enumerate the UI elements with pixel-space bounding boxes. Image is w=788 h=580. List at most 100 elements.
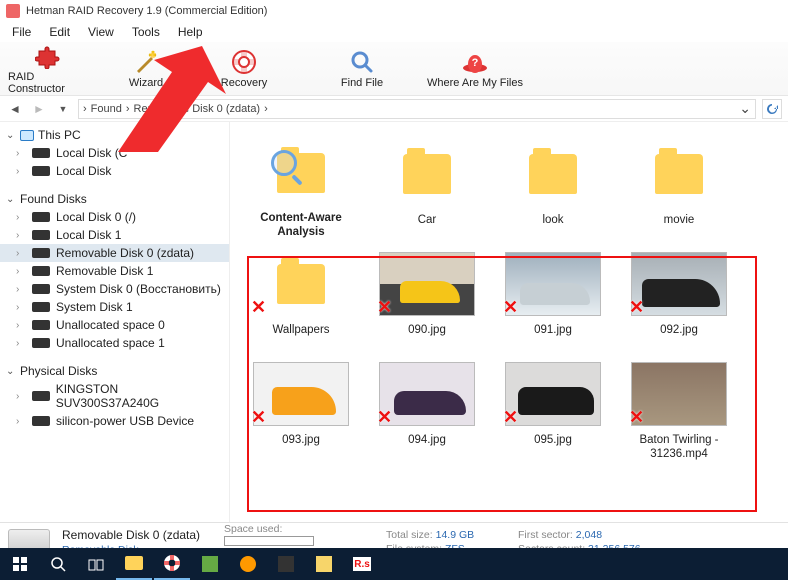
taskbar-explorer[interactable] [116, 548, 152, 580]
thumb [631, 142, 727, 206]
nav-back-button[interactable]: ◄ [6, 100, 24, 118]
where-files-label: Where Are My Files [427, 77, 523, 89]
deleted-mark-icon: ✕ [377, 297, 392, 318]
tree-node-found-5[interactable]: ›System Disk 1 [0, 298, 229, 316]
tree-node-label: System Disk 1 [56, 300, 133, 314]
tree-node-found-7[interactable]: ›Unallocated space 1 [0, 334, 229, 352]
raid-constructor-button[interactable]: RAID Constructor [8, 44, 88, 94]
tree-node-phys-0[interactable]: ›KINGSTON SUV300S37A240G [0, 380, 229, 412]
grid-item-wallpapers[interactable]: ✕ Wallpapers [238, 246, 364, 356]
grid-item-094[interactable]: ✕ 094.jpg [364, 356, 490, 466]
tree-node-found-4[interactable]: ›System Disk 0 (Восстановить) [0, 280, 229, 298]
nav-dropdown-button[interactable]: ▼ [54, 100, 72, 118]
app-icon [316, 556, 332, 572]
breadcrumb-sep-1: › [83, 103, 87, 115]
wizard-label: Wizard [129, 77, 163, 89]
grid-label: 090.jpg [408, 324, 446, 338]
find-file-button[interactable]: Find File [322, 44, 402, 94]
recovery-button[interactable]: Recovery [204, 44, 284, 94]
breadcrumb-part-2[interactable]: Removable Disk 0 (zdata) [134, 103, 261, 115]
start-button[interactable] [2, 548, 38, 580]
tree-node-found-1[interactable]: ›Local Disk 1 [0, 226, 229, 244]
grid-item-090[interactable]: ✕ 090.jpg [364, 246, 490, 356]
task-view-button[interactable] [78, 548, 114, 580]
recovery-label: Recovery [221, 77, 267, 89]
tree-head-thispc[interactable]: ⌄ This PC [0, 126, 229, 144]
tree-head-physical[interactable]: ⌄ Physical Disks [0, 362, 229, 380]
first-sector-value: 2,048 [576, 529, 602, 541]
caret-icon: › [16, 266, 26, 277]
taskbar-app-4[interactable] [306, 548, 342, 580]
breadcrumb-expand-button[interactable]: ⌄ [739, 100, 751, 117]
grid-item-095[interactable]: ✕ 095.jpg [490, 356, 616, 466]
grid-item-baton[interactable]: ✕ Baton Twirling - 31236.mp4 [616, 356, 742, 466]
menu-edit[interactable]: Edit [41, 23, 78, 41]
disk-icon [32, 212, 50, 222]
disk-icon [32, 416, 50, 426]
taskbar-app-5[interactable]: R.s [344, 548, 380, 580]
disk-icon [32, 302, 50, 312]
app-icon [278, 556, 294, 572]
caret-icon: ⌄ [6, 194, 16, 205]
tree-head-found[interactable]: ⌄ Found Disks [0, 190, 229, 208]
deleted-mark-icon: ✕ [503, 407, 518, 428]
pc-icon [20, 130, 34, 141]
tree-node-localC[interactable]: ›Local Disk (C [0, 144, 229, 162]
grid-item-look[interactable]: look [490, 136, 616, 246]
grid-label: 091.jpg [534, 324, 572, 338]
grid-item-analysis[interactable]: Content-Aware Analysis [238, 136, 364, 246]
search-button[interactable] [40, 548, 76, 580]
thumb: ✕ [253, 252, 349, 316]
grid-item-car[interactable]: Car [364, 136, 490, 246]
grid-label: Wallpapers [272, 324, 329, 338]
deleted-mark-icon: ✕ [251, 297, 266, 318]
nav-forward-button[interactable]: ► [30, 100, 48, 118]
tree-group-found: ⌄ Found Disks ›Local Disk 0 (/) ›Local D… [0, 190, 229, 352]
tree-node-found-6[interactable]: ›Unallocated space 0 [0, 316, 229, 334]
tree-node-label: System Disk 0 (Восстановить) [56, 282, 221, 296]
where-files-button[interactable]: ? Where Are My Files [420, 44, 530, 94]
disk-icon [32, 230, 50, 240]
drive-tree[interactable]: ⌄ This PC ›Local Disk (C ›Local Disk ⌄ F… [0, 122, 230, 522]
menu-bar: File Edit View Tools Help [0, 22, 788, 42]
image-thumb [379, 252, 475, 316]
wizard-button[interactable]: Wizard [106, 44, 186, 94]
disk-icon [32, 391, 50, 401]
tree-node-local2[interactable]: ›Local Disk [0, 162, 229, 180]
taskbar-app-2[interactable] [230, 548, 266, 580]
taskbar-app-recovery[interactable] [154, 548, 190, 580]
svg-text:?: ? [472, 57, 479, 69]
tree-node-found-0[interactable]: ›Local Disk 0 (/) [0, 208, 229, 226]
breadcrumb[interactable]: › Found › Removable Disk 0 (zdata) › ⌄ [78, 99, 756, 119]
image-thumb [505, 362, 601, 426]
grid-label: movie [664, 214, 695, 228]
grid-label: Content-Aware Analysis [241, 212, 361, 240]
taskbar-app-1[interactable] [192, 548, 228, 580]
grid-label: 095.jpg [534, 434, 572, 448]
caret-icon: › [16, 416, 26, 427]
grid-item-movie[interactable]: movie [616, 136, 742, 246]
tree-node-found-2[interactable]: ›Removable Disk 0 (zdata) [0, 244, 229, 262]
folder-icon [125, 556, 143, 570]
tree-node-phys-1[interactable]: ›silicon-power USB Device [0, 412, 229, 430]
tree-node-found-3[interactable]: ›Removable Disk 1 [0, 262, 229, 280]
breadcrumb-part-1[interactable]: Found [91, 103, 122, 115]
menu-file[interactable]: File [4, 23, 39, 41]
file-grid[interactable]: Content-Aware Analysis Car look movie ✕ … [230, 122, 788, 522]
deleted-mark-icon: ✕ [629, 297, 644, 318]
deleted-mark-icon: ✕ [377, 407, 392, 428]
app-icon: R.s [353, 557, 371, 571]
grid-item-091[interactable]: ✕ 091.jpg [490, 246, 616, 356]
grid-item-092[interactable]: ✕ 092.jpg [616, 246, 742, 356]
taskbar-app-3[interactable] [268, 548, 304, 580]
caret-icon: ⌄ [6, 130, 16, 141]
menu-help[interactable]: Help [170, 23, 211, 41]
menu-tools[interactable]: Tools [124, 23, 168, 41]
puzzle-icon [35, 43, 61, 69]
disk-icon [32, 166, 50, 176]
refresh-button[interactable] [762, 99, 782, 119]
menu-view[interactable]: View [80, 23, 122, 41]
breadcrumb-sep-3: › [264, 103, 268, 115]
main-toolbar: RAID Constructor Wizard Recovery Find Fi… [0, 42, 788, 96]
grid-item-093[interactable]: ✕ 093.jpg [238, 356, 364, 466]
